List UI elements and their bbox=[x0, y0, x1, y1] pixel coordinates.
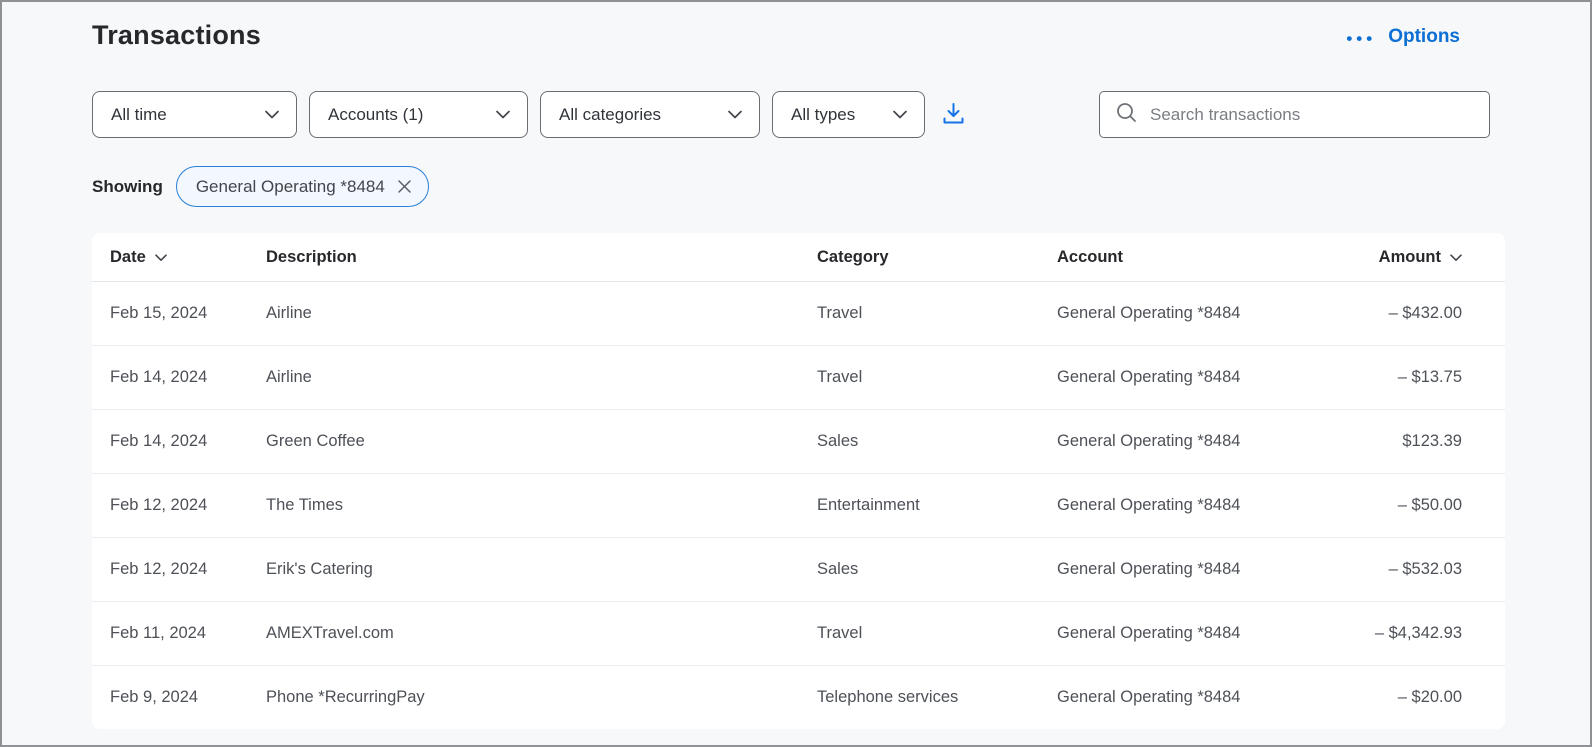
category-cell: Sales bbox=[817, 432, 859, 450]
chevron-down-icon bbox=[893, 110, 907, 119]
transactions-table: Date Description Category Account Amount bbox=[92, 233, 1505, 729]
page-header: Transactions ••• Options bbox=[2, 2, 1590, 51]
account-cell: General Operating *8484 bbox=[1057, 432, 1241, 450]
description-cell: Phone *RecurringPay bbox=[266, 688, 425, 706]
accounts-filter-dropdown[interactable]: Accounts (1) bbox=[309, 91, 528, 138]
showing-label: Showing bbox=[92, 176, 163, 196]
table-row[interactable]: Feb 12, 2024 Erik's Catering Sales Gener… bbox=[92, 537, 1505, 601]
sort-chevron-icon bbox=[1450, 252, 1462, 262]
time-filter-dropdown[interactable]: All time bbox=[92, 91, 297, 138]
search-box bbox=[1099, 91, 1490, 138]
options-button[interactable]: ••• Options bbox=[1346, 20, 1460, 48]
date-cell: Feb 12, 2024 bbox=[110, 496, 208, 514]
time-filter-value: All time bbox=[111, 104, 167, 124]
types-filter-dropdown[interactable]: All types bbox=[772, 91, 925, 138]
ellipsis-icon: ••• bbox=[1346, 29, 1377, 48]
column-header-description: Description bbox=[266, 247, 357, 266]
category-cell: Travel bbox=[817, 368, 863, 386]
account-cell: General Operating *8484 bbox=[1057, 496, 1241, 514]
chevron-down-icon bbox=[496, 110, 510, 119]
category-cell: Travel bbox=[817, 624, 863, 642]
chip-label: General Operating *8484 bbox=[195, 176, 385, 196]
amount-cell: – $432.00 bbox=[1388, 304, 1462, 322]
accounts-filter-value: Accounts (1) bbox=[328, 104, 424, 124]
download-icon bbox=[940, 101, 967, 129]
types-filter-value: All types bbox=[791, 104, 856, 124]
categories-filter-value: All categories bbox=[559, 104, 662, 124]
app-window: Transactions ••• Options All time Accoun… bbox=[0, 0, 1592, 747]
description-cell: Erik's Catering bbox=[266, 560, 373, 578]
category-cell: Sales bbox=[817, 560, 859, 578]
category-cell: Telephone services bbox=[817, 688, 959, 706]
category-cell: Entertainment bbox=[817, 496, 920, 514]
date-cell: Feb 9, 2024 bbox=[110, 688, 199, 706]
categories-filter-dropdown[interactable]: All categories bbox=[540, 91, 760, 138]
description-cell: Airline bbox=[266, 304, 312, 322]
amount-cell: – $4,342.93 bbox=[1374, 624, 1462, 642]
table-row[interactable]: Feb 11, 2024 AMEXTravel.com Travel Gener… bbox=[92, 601, 1505, 665]
search-icon bbox=[1115, 101, 1138, 129]
table-header-row: Date Description Category Account Amount bbox=[92, 233, 1505, 281]
amount-cell: – $532.03 bbox=[1388, 560, 1462, 578]
amount-cell: – $50.00 bbox=[1397, 496, 1462, 514]
amount-cell: – $20.00 bbox=[1397, 688, 1462, 706]
active-filters-row: Showing General Operating *8484 bbox=[92, 166, 1590, 207]
column-header-date[interactable]: Date bbox=[110, 248, 266, 267]
date-cell: Feb 15, 2024 bbox=[110, 304, 208, 322]
account-cell: General Operating *8484 bbox=[1057, 560, 1241, 578]
description-cell: Green Coffee bbox=[266, 432, 365, 450]
table-body: Feb 15, 2024 Airline Travel General Oper… bbox=[92, 281, 1505, 729]
account-cell: General Operating *8484 bbox=[1057, 368, 1241, 386]
account-cell: General Operating *8484 bbox=[1057, 304, 1241, 322]
account-cell: General Operating *8484 bbox=[1057, 624, 1241, 642]
column-header-category: Category bbox=[817, 247, 889, 266]
chevron-down-icon bbox=[728, 110, 742, 119]
account-filter-chip[interactable]: General Operating *8484 bbox=[175, 166, 429, 207]
category-cell: Travel bbox=[817, 304, 863, 322]
description-cell: Airline bbox=[266, 368, 312, 386]
date-cell: Feb 12, 2024 bbox=[110, 560, 208, 578]
search-input[interactable] bbox=[1150, 104, 1475, 125]
account-cell: General Operating *8484 bbox=[1057, 688, 1241, 706]
filter-bar: All time Accounts (1) All categories All… bbox=[92, 91, 1490, 138]
amount-cell: $123.39 bbox=[1402, 432, 1462, 450]
close-icon[interactable] bbox=[397, 179, 412, 194]
column-header-account: Account bbox=[1057, 247, 1123, 266]
amount-cell: – $13.75 bbox=[1397, 368, 1462, 386]
download-button[interactable] bbox=[940, 101, 967, 129]
description-cell: AMEXTravel.com bbox=[266, 624, 394, 642]
table-row[interactable]: Feb 9, 2024 Phone *RecurringPay Telephon… bbox=[92, 665, 1505, 729]
chevron-down-icon bbox=[265, 110, 279, 119]
page-title: Transactions bbox=[92, 20, 261, 50]
date-cell: Feb 11, 2024 bbox=[110, 624, 207, 642]
description-cell: The Times bbox=[266, 496, 344, 514]
sort-chevron-icon bbox=[154, 252, 167, 262]
date-cell: Feb 14, 2024 bbox=[110, 432, 208, 450]
column-header-amount[interactable]: Amount bbox=[1362, 248, 1462, 267]
options-label: Options bbox=[1388, 26, 1460, 47]
date-cell: Feb 14, 2024 bbox=[110, 368, 208, 386]
table-row[interactable]: Feb 14, 2024 Airline Travel General Oper… bbox=[92, 345, 1505, 409]
table-row[interactable]: Feb 15, 2024 Airline Travel General Oper… bbox=[92, 281, 1505, 345]
table-row[interactable]: Feb 14, 2024 Green Coffee Sales General … bbox=[92, 409, 1505, 473]
table-row[interactable]: Feb 12, 2024 The Times Entertainment Gen… bbox=[92, 473, 1505, 537]
